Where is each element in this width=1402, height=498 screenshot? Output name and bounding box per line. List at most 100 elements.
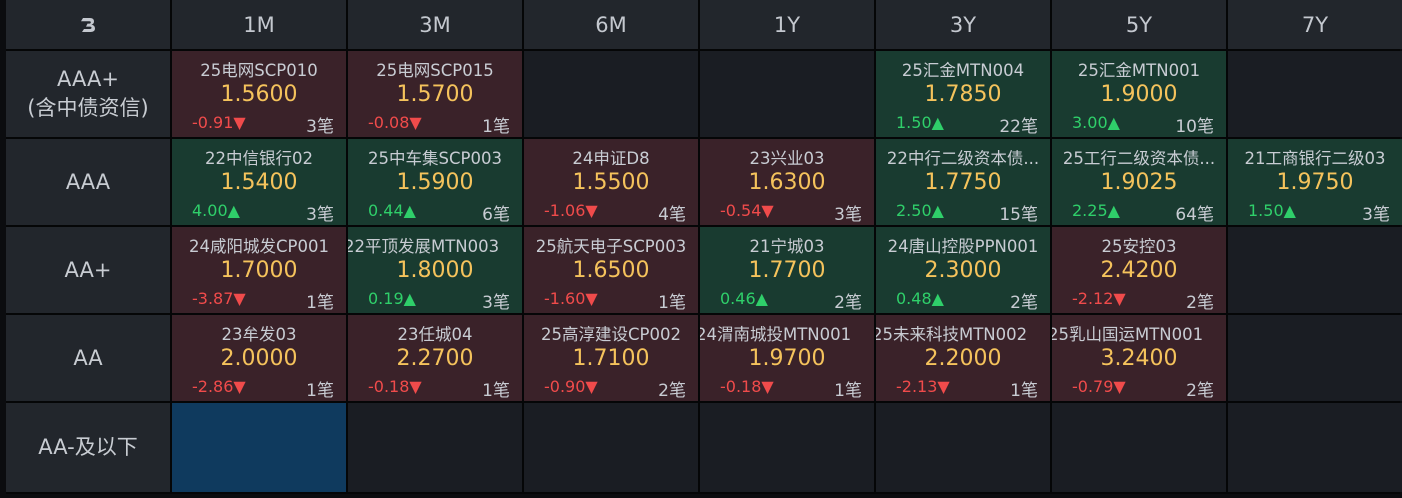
trade-count: 3笔	[482, 293, 510, 313]
bond-quote-cell[interactable]: 24咸阳城发CP001 1.7000 -3.87▼ 1笔	[172, 227, 346, 313]
yield-change: -3.87▼	[192, 289, 246, 308]
bond-yield: 1.9700	[748, 346, 826, 371]
bond-yield: 1.7700	[748, 258, 826, 283]
yield-change: 1.50▲	[896, 113, 944, 132]
bond-yield: 2.0000	[220, 346, 298, 371]
yield-change: -2.13▼	[896, 377, 950, 396]
bond-quote-cell[interactable]: 22平顶发展MTN003 1.8000 0.19▲ 3笔	[348, 227, 522, 313]
bond-yield: 1.5600	[220, 82, 298, 107]
yield-change: -2.86▼	[192, 377, 246, 396]
row-header-rating[interactable]: AAA	[6, 139, 170, 225]
bond-quote-cell[interactable]: 23牟发03 2.0000 -2.86▼ 1笔	[172, 315, 346, 401]
trade-count: 2笔	[834, 293, 862, 313]
bond-quote-cell[interactable]: 25电网SCP015 1.5700 -0.08▼ 1笔	[348, 51, 522, 137]
empty-cell[interactable]	[1228, 403, 1402, 492]
trade-count: 1笔	[306, 293, 334, 313]
bond-quote-cell[interactable]: 24唐山控股PPN001 2.3000 0.48▲ 2笔	[876, 227, 1050, 313]
bond-yield: 1.5400	[220, 170, 298, 195]
bond-quote-cell[interactable]: 25安控03 2.4200 -2.12▼ 2笔	[1052, 227, 1226, 313]
bond-quote-cell[interactable]: 25乳山国运MTN001 3.2400 -0.79▼ 2笔	[1052, 315, 1226, 401]
trade-count: 1笔	[834, 381, 862, 401]
bond-name: 22中行二级资本债...	[886, 149, 1040, 168]
bond-name: 24申证D8	[572, 149, 650, 168]
bond-quote-cell[interactable]: 25汇金MTN001 1.9000 3.00▲ 10笔	[1052, 51, 1226, 137]
empty-cell[interactable]	[700, 51, 874, 137]
yield-change: 0.48▲	[896, 289, 944, 308]
bond-yield: 2.3000	[924, 258, 1002, 283]
bond-name: 24渭南城投MTN001	[700, 325, 852, 344]
bond-quote-cell[interactable]: 22中信银行02 1.5400 4.00▲ 3笔	[172, 139, 346, 225]
trade-count: 3笔	[306, 205, 334, 225]
yield-change: 3.00▲	[1072, 113, 1120, 132]
yield-change: -0.18▼	[720, 377, 774, 396]
bond-quote-cell[interactable]: 24渭南城投MTN001 1.9700 -0.18▼ 1笔	[700, 315, 874, 401]
bond-name: 25电网SCP015	[376, 61, 494, 80]
trade-count: 1笔	[482, 381, 510, 401]
trade-count: 64笔	[1175, 205, 1214, 225]
yield-change: -1.60▼	[544, 289, 598, 308]
empty-cell[interactable]	[1052, 403, 1226, 492]
bond-name: 22中信银行02	[205, 149, 313, 168]
row-header-rating[interactable]: AA	[6, 315, 170, 401]
corner-logo[interactable]	[6, 0, 170, 49]
column-header-7y[interactable]: 7Y	[1228, 0, 1402, 49]
bond-quote-cell[interactable]: 25工行二级资本债... 1.9025 2.25▲ 64笔	[1052, 139, 1226, 225]
trade-count: 2笔	[658, 381, 686, 401]
bond-yield: 1.9000	[1100, 82, 1178, 107]
bond-yield: 1.9750	[1276, 170, 1354, 195]
bond-name: 25电网SCP010	[200, 61, 318, 80]
yield-change: -0.91▼	[192, 113, 246, 132]
yield-change: 0.46▲	[720, 289, 768, 308]
column-header-1y[interactable]: 1Y	[700, 0, 874, 49]
bond-name: 25安控03	[1101, 237, 1177, 256]
column-header-6m[interactable]: 6M	[524, 0, 698, 49]
bond-name: 25航天电子SCP003	[535, 237, 687, 256]
bond-quote-cell[interactable]: 25高淳建设CP002 1.7100 -0.90▼ 2笔	[524, 315, 698, 401]
bond-yield: 1.7850	[924, 82, 1002, 107]
trade-count: 6笔	[482, 205, 510, 225]
empty-cell[interactable]	[1228, 51, 1402, 137]
bond-name: 23任城04	[397, 325, 473, 344]
bond-quote-cell[interactable]: 25中车集SCP003 1.5900 0.44▲ 6笔	[348, 139, 522, 225]
bond-quote-cell[interactable]: 25未来科技MTN002 2.2000 -2.13▼ 1笔	[876, 315, 1050, 401]
bond-quote-cell[interactable]: 25电网SCP010 1.5600 -0.91▼ 3笔	[172, 51, 346, 137]
column-header-3m[interactable]: 3M	[348, 0, 522, 49]
bond-quote-cell[interactable]: 25汇金MTN004 1.7850 1.50▲ 22笔	[876, 51, 1050, 137]
bond-name: 25高淳建设CP002	[541, 325, 681, 344]
trade-count: 1笔	[482, 117, 510, 137]
bond-name: 25中车集SCP003	[368, 149, 502, 168]
row-header-rating[interactable]: AAA+ (含中债资信)	[6, 51, 170, 137]
column-header-3y[interactable]: 3Y	[876, 0, 1050, 49]
bond-quote-cell[interactable]: 24申证D8 1.5500 -1.06▼ 4笔	[524, 139, 698, 225]
bond-quote-cell[interactable]: 25航天电子SCP003 1.6500 -1.60▼ 1笔	[524, 227, 698, 313]
empty-cell[interactable]	[1228, 227, 1402, 313]
trade-count: 3笔	[1362, 205, 1390, 225]
empty-cell[interactable]	[524, 51, 698, 137]
bond-yield: 1.8000	[396, 258, 474, 283]
bond-quote-cell[interactable]: 21工商银行二级03 1.9750 1.50▲ 3笔	[1228, 139, 1402, 225]
column-header-1m[interactable]: 1M	[172, 0, 346, 49]
trade-count: 2笔	[1186, 381, 1214, 401]
bond-quote-cell[interactable]: 22中行二级资本债... 1.7750 2.50▲ 15笔	[876, 139, 1050, 225]
bond-quote-cell[interactable]: 21宁城03 1.7700 0.46▲ 2笔	[700, 227, 874, 313]
bond-quote-cell[interactable]: 23任城04 2.2700 -0.18▼ 1笔	[348, 315, 522, 401]
empty-cell[interactable]	[348, 403, 522, 492]
column-header-5y[interactable]: 5Y	[1052, 0, 1226, 49]
trade-count: 2笔	[1010, 293, 1038, 313]
row-header-rating[interactable]: AA+	[6, 227, 170, 313]
empty-cell[interactable]	[700, 403, 874, 492]
row-header-rating[interactable]: AA-及以下	[6, 403, 170, 492]
selected-cell[interactable]	[172, 403, 346, 492]
trade-count: 10笔	[1175, 117, 1214, 137]
bond-name: 24唐山控股PPN001	[887, 237, 1039, 256]
trade-count: 1笔	[306, 381, 334, 401]
trade-count: 2笔	[1186, 293, 1214, 313]
yield-change: -0.90▼	[544, 377, 598, 396]
trade-count: 15笔	[999, 205, 1038, 225]
bond-yield: 1.5700	[396, 82, 474, 107]
empty-cell[interactable]	[1228, 315, 1402, 401]
empty-cell[interactable]	[524, 403, 698, 492]
bond-name: 23兴业03	[749, 149, 825, 168]
empty-cell[interactable]	[876, 403, 1050, 492]
bond-quote-cell[interactable]: 23兴业03 1.6300 -0.54▼ 3笔	[700, 139, 874, 225]
